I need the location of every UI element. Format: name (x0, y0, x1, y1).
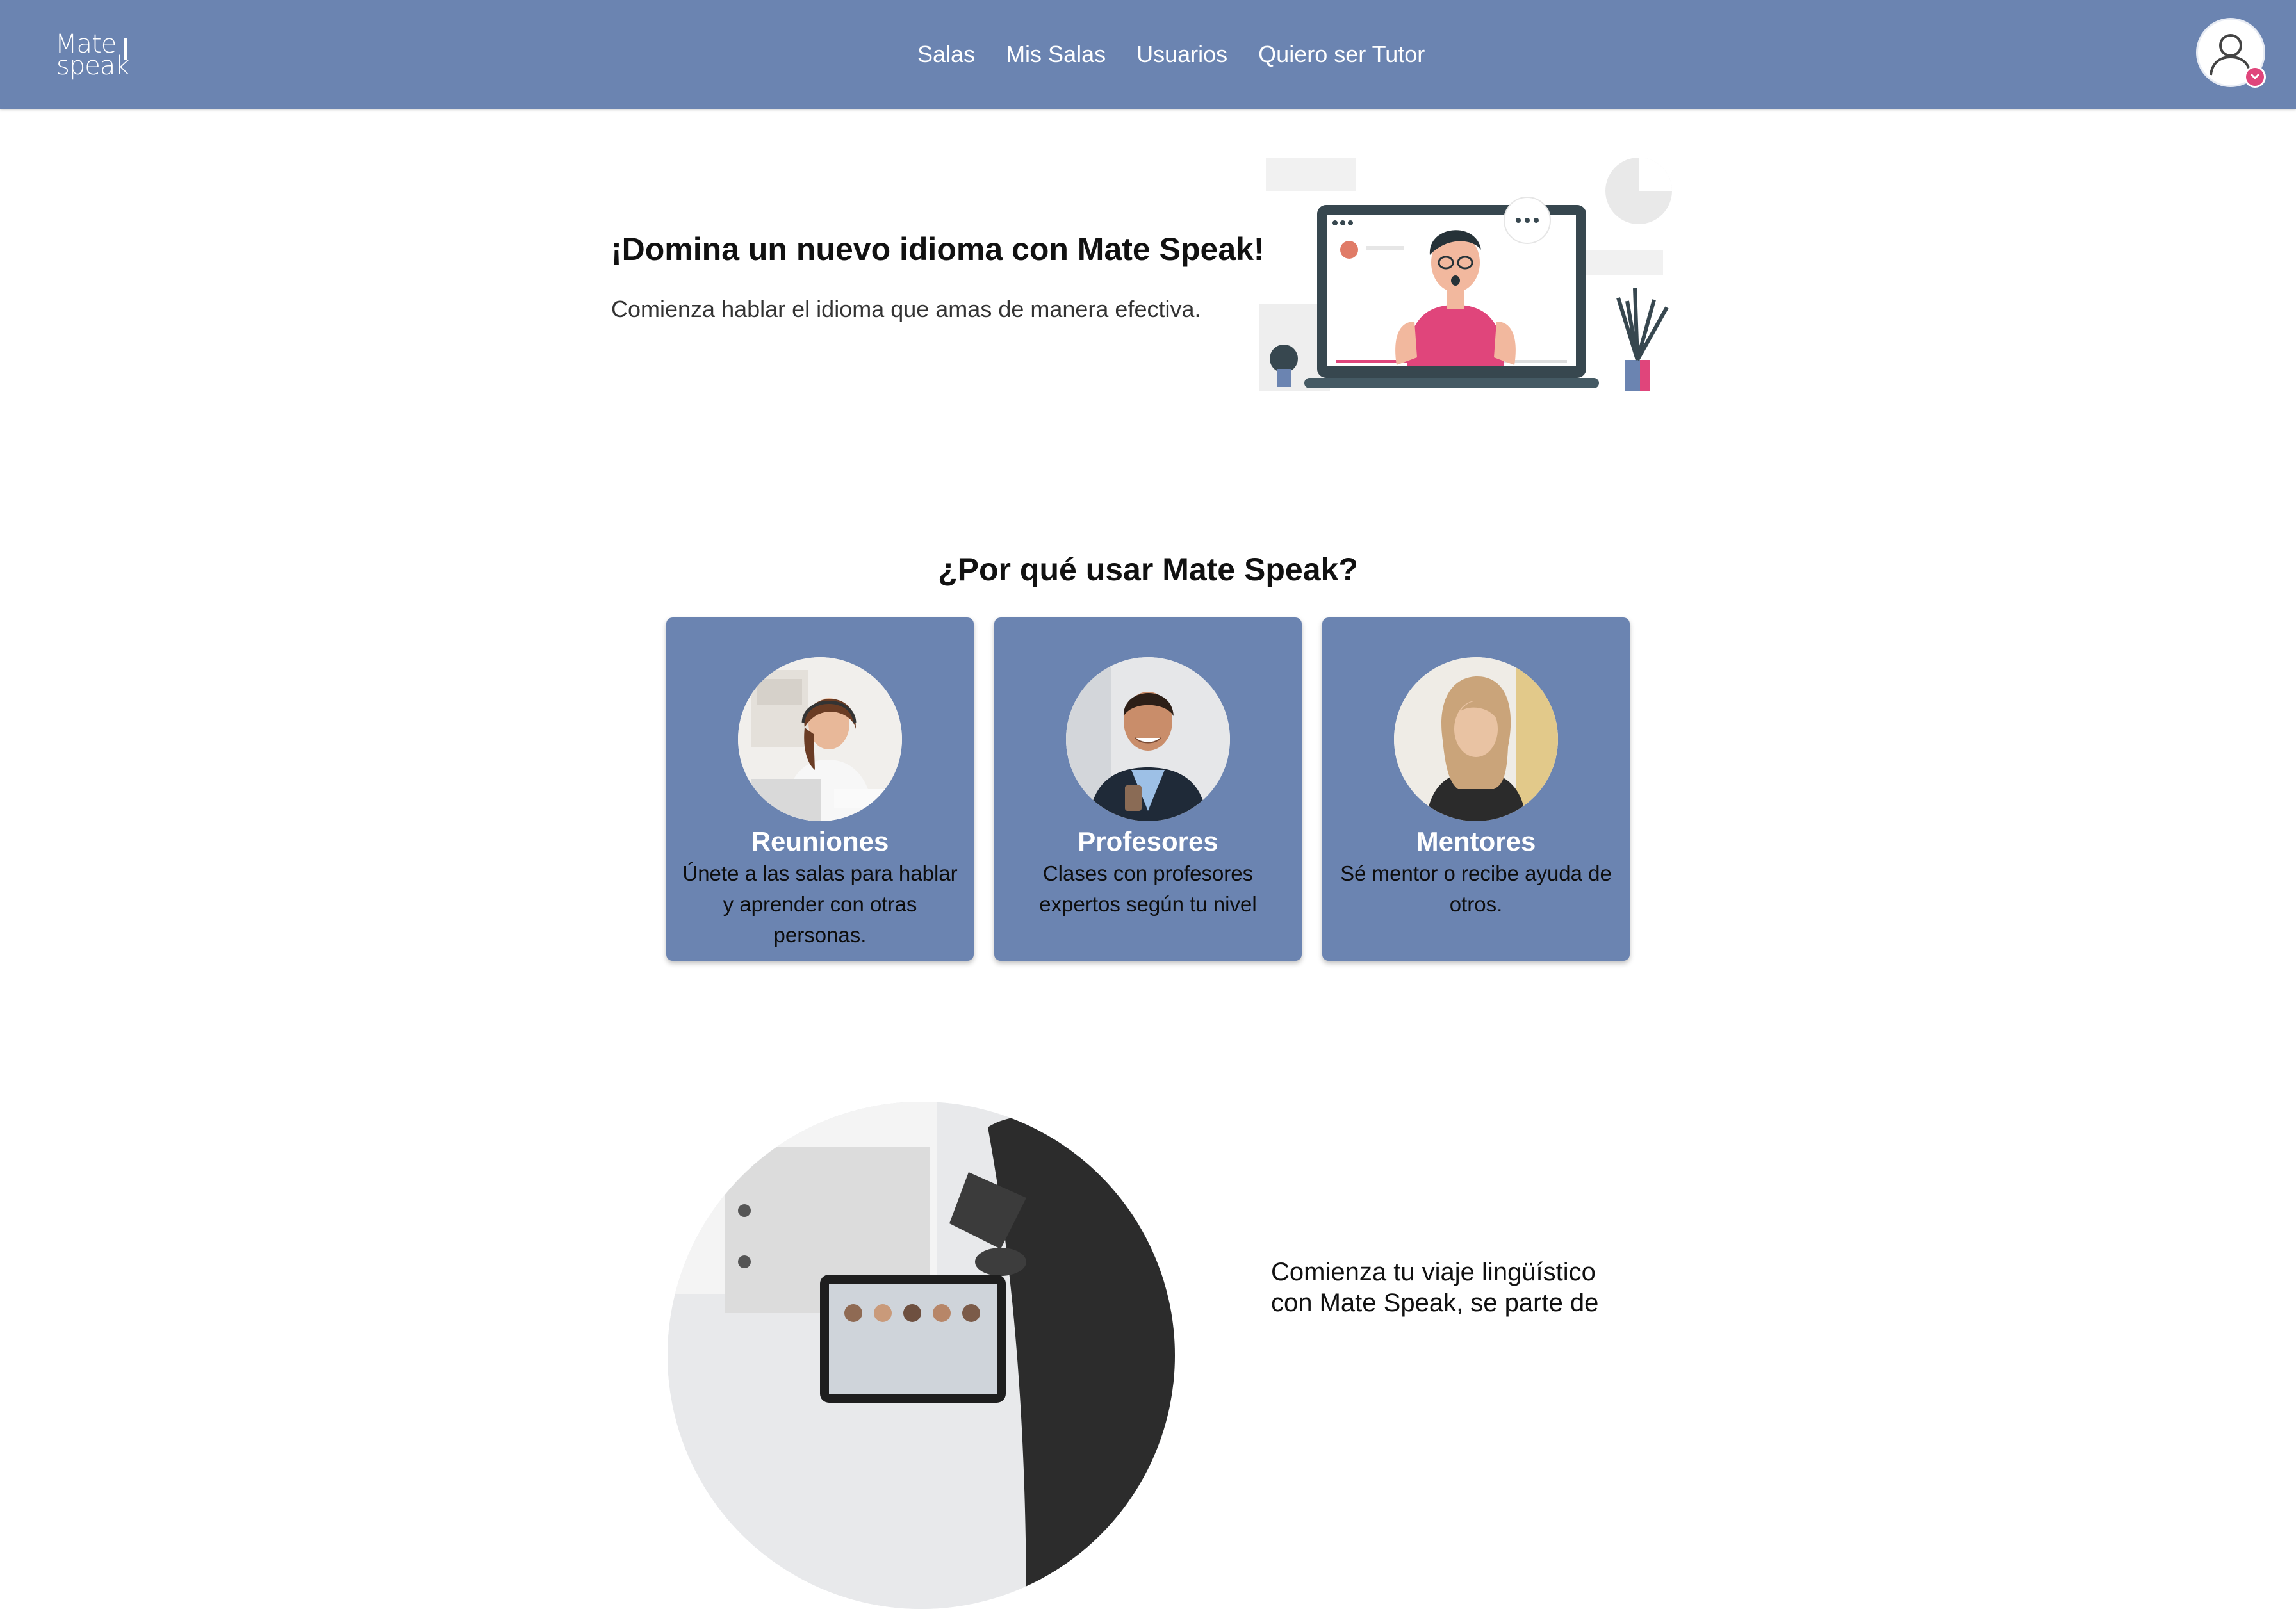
journey-text: Comienza tu viaje lingüístico con Mate S… (1271, 1258, 1599, 1317)
card-title-mentores: Mentores (1416, 826, 1536, 856)
why-section-title: ¿Por qué usar Mate Speak? (938, 551, 1358, 587)
profesores-photo (1066, 657, 1230, 821)
card-text-reuniones: Únete a las salas para hablar y aprender… (682, 862, 958, 947)
hero-title: ¡Domina un nuevo idioma con Mate Speak! (611, 231, 1265, 267)
video-call-photo (668, 1102, 1175, 1609)
feature-card-reuniones[interactable]: Reuniones Únete a las salas para hablar … (666, 617, 974, 961)
mentores-photo (1394, 657, 1558, 821)
main-nav: Salas Mis Salas Usuarios Quiero ser Tuto… (917, 41, 1425, 68)
chevron-down-icon (2250, 73, 2260, 80)
feature-card-profesores[interactable]: Profesores Clases con profesores experto… (994, 617, 1302, 961)
logo-line-2: speak (56, 51, 130, 81)
card-text-profesores: Clases con profesores expertos según tu … (1039, 862, 1257, 916)
reuniones-photo (738, 657, 902, 821)
card-title-reuniones: Reuniones (751, 826, 889, 856)
card-title-profesores: Profesores (1078, 826, 1218, 856)
nav-link-salas[interactable]: Salas (917, 41, 975, 68)
logo-cursor-bar (124, 38, 127, 60)
nav-link-usuarios[interactable]: Usuarios (1136, 41, 1227, 68)
hero-subtitle: Comienza hablar el idioma que amas de ma… (611, 296, 1201, 322)
profile-menu-button[interactable] (2196, 18, 2266, 88)
top-navbar: Mate speak Salas Mis Salas Usuarios Quie… (0, 0, 2296, 109)
online-class-illustration (1259, 158, 1672, 391)
nav-link-mis-salas[interactable]: Mis Salas (1006, 41, 1106, 68)
mate-speak-logo[interactable]: Mate speak (55, 31, 145, 85)
nav-link-quiero-ser-tutor[interactable]: Quiero ser Tutor (1258, 41, 1425, 68)
profile-badge (2244, 66, 2266, 88)
feature-card-mentores[interactable]: Mentores Sé mentor o recibe ayuda de otr… (1322, 617, 1630, 961)
card-text-mentores: Sé mentor o recibe ayuda de otros. (1340, 862, 1612, 916)
